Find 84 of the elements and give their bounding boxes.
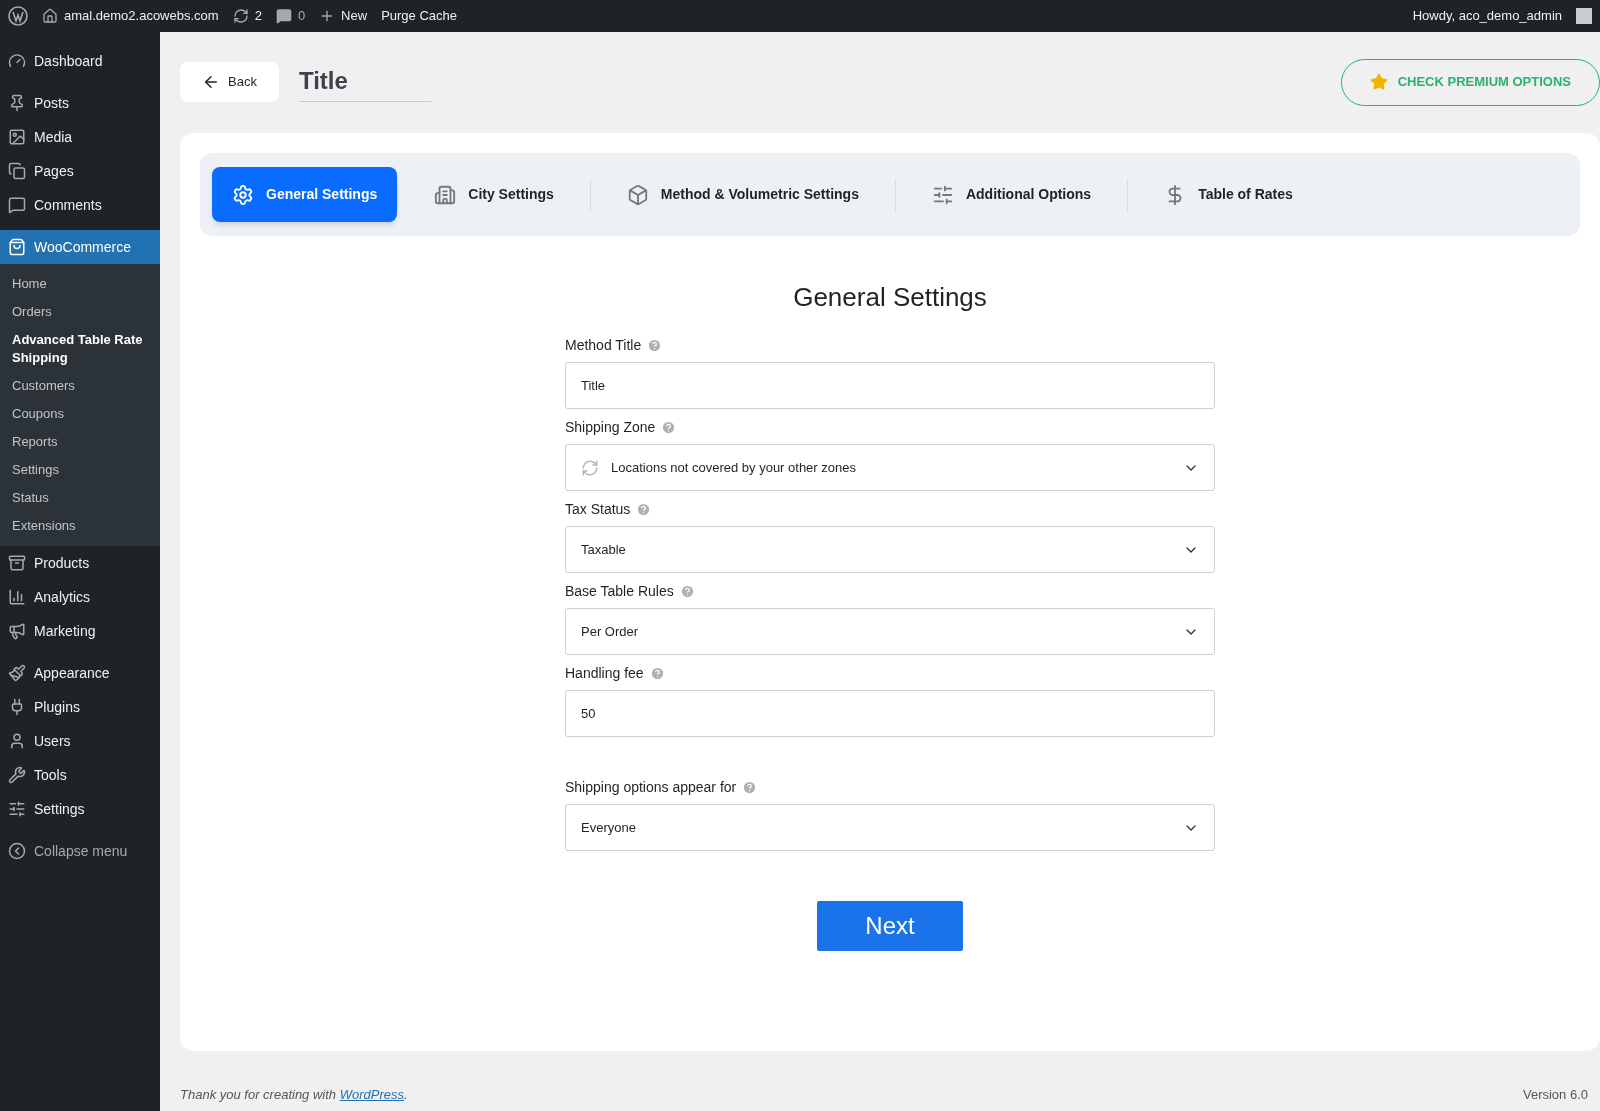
gauge-icon (8, 52, 26, 70)
sidebar-menu-item[interactable]: Media (0, 120, 160, 154)
sidebar-menu-item[interactable]: WooCommerce (0, 230, 160, 264)
sidebar-menu-item[interactable]: Posts (0, 86, 160, 120)
help-icon[interactable] (647, 338, 663, 353)
select-dropdown[interactable]: Everyone (565, 804, 1215, 851)
help-icon[interactable] (636, 502, 652, 517)
sidebar-menu-item[interactable]: Settings (0, 792, 160, 826)
sidebar-menu-item[interactable]: Plugins (0, 690, 160, 724)
submenu-item[interactable]: Home (0, 270, 160, 298)
field-label: Shipping Zone (565, 418, 656, 437)
help-icon[interactable] (661, 420, 677, 435)
user-icon (8, 732, 26, 750)
sidebar-menu-item[interactable]: Marketing (0, 614, 160, 648)
settings-tab[interactable]: Table of Rates (1144, 167, 1313, 222)
sliders-icon (931, 183, 954, 206)
account-link[interactable]: Howdy, aco_demo_admin (1412, 6, 1562, 26)
text-field[interactable]: Title (565, 362, 1215, 409)
select-dropdown[interactable]: Locations not covered by your other zones (565, 444, 1215, 491)
image-icon (8, 128, 26, 146)
text-field[interactable]: 50 (565, 690, 1215, 737)
wrench-icon (8, 766, 26, 784)
settings-tab[interactable]: General Settings (212, 167, 398, 222)
collapse-icon (8, 842, 26, 860)
sidebar-menu-item[interactable]: Products (0, 546, 160, 580)
submenu-item[interactable]: Advanced Table Rate Shipping (0, 326, 160, 372)
submenu-item[interactable]: Customers (0, 372, 160, 400)
site-link[interactable]: amal.demo2.acowebs.com (42, 6, 219, 26)
submenu-item[interactable]: Status (0, 484, 160, 512)
version-text: Version 6.0 (1522, 1086, 1588, 1104)
select-dropdown[interactable]: Taxable (565, 526, 1215, 573)
updates-link[interactable]: 2 (232, 6, 262, 26)
comments-link[interactable]: 0 (275, 6, 306, 26)
comment-icon (275, 8, 292, 24)
sidebar-menu-item[interactable]: Collapse menu (0, 834, 160, 868)
gear-icon (232, 183, 254, 206)
pages-icon (8, 162, 26, 180)
bar-chart-icon (8, 588, 26, 606)
home-icon (42, 8, 58, 24)
submenu-item[interactable]: Orders (0, 298, 160, 326)
refresh-icon (581, 458, 599, 477)
pin-icon (8, 94, 26, 112)
field-label: Shipping options appear for (565, 778, 737, 797)
select-dropdown[interactable]: Per Order (565, 608, 1215, 655)
wordpress-link[interactable]: WordPress (339, 1087, 404, 1102)
cube-icon (626, 183, 649, 206)
help-icon[interactable] (649, 666, 665, 681)
settings-tab[interactable]: Additional Options (911, 167, 1112, 222)
sidebar-menu-item[interactable]: Appearance (0, 656, 160, 690)
help-icon[interactable] (742, 780, 758, 795)
building-icon (434, 183, 457, 206)
wordpress-logo-icon[interactable] (8, 6, 28, 26)
sidebar-menu-item[interactable]: Pages (0, 154, 160, 188)
field-label: Base Table Rules (565, 582, 674, 601)
settings-tab[interactable]: City Settings (414, 167, 574, 222)
form-heading: General Settings (792, 281, 988, 314)
field-label: Handling fee (565, 664, 644, 683)
refresh-icon (232, 8, 249, 24)
sidebar-menu-item[interactable]: Users (0, 724, 160, 758)
sidebar-menu-item[interactable]: Analytics (0, 580, 160, 614)
submenu-item[interactable]: Coupons (0, 400, 160, 428)
help-icon[interactable] (679, 584, 695, 599)
comment-icon (8, 196, 26, 214)
field-label: Tax Status (565, 500, 631, 519)
star-icon (1369, 73, 1388, 91)
purge-cache-link[interactable]: Purge Cache (381, 6, 457, 26)
title-field[interactable]: Title (298, 62, 431, 102)
new-link[interactable]: New (319, 6, 368, 26)
archive-icon (8, 554, 26, 572)
back-button[interactable]: Back (180, 62, 279, 102)
sidebar-menu-item[interactable]: Tools (0, 758, 160, 792)
field-label: Method Title (565, 336, 642, 355)
submenu-item[interactable]: Settings (0, 456, 160, 484)
megaphone-icon (8, 622, 26, 640)
paintbrush-icon (8, 664, 26, 682)
settings-tab[interactable]: Method & Volumetric Settings (606, 167, 879, 222)
footer-text: Thank you for creating with WordPress. (180, 1086, 408, 1104)
next-button[interactable]: Next (817, 901, 963, 951)
sidebar-menu-item[interactable]: Dashboard (0, 44, 160, 78)
bag-icon (8, 238, 26, 256)
submenu-item[interactable]: Extensions (0, 512, 160, 540)
submenu-item[interactable]: Reports (0, 428, 160, 456)
sidebar-menu-item[interactable]: Comments (0, 188, 160, 222)
sliders-icon (8, 800, 26, 818)
